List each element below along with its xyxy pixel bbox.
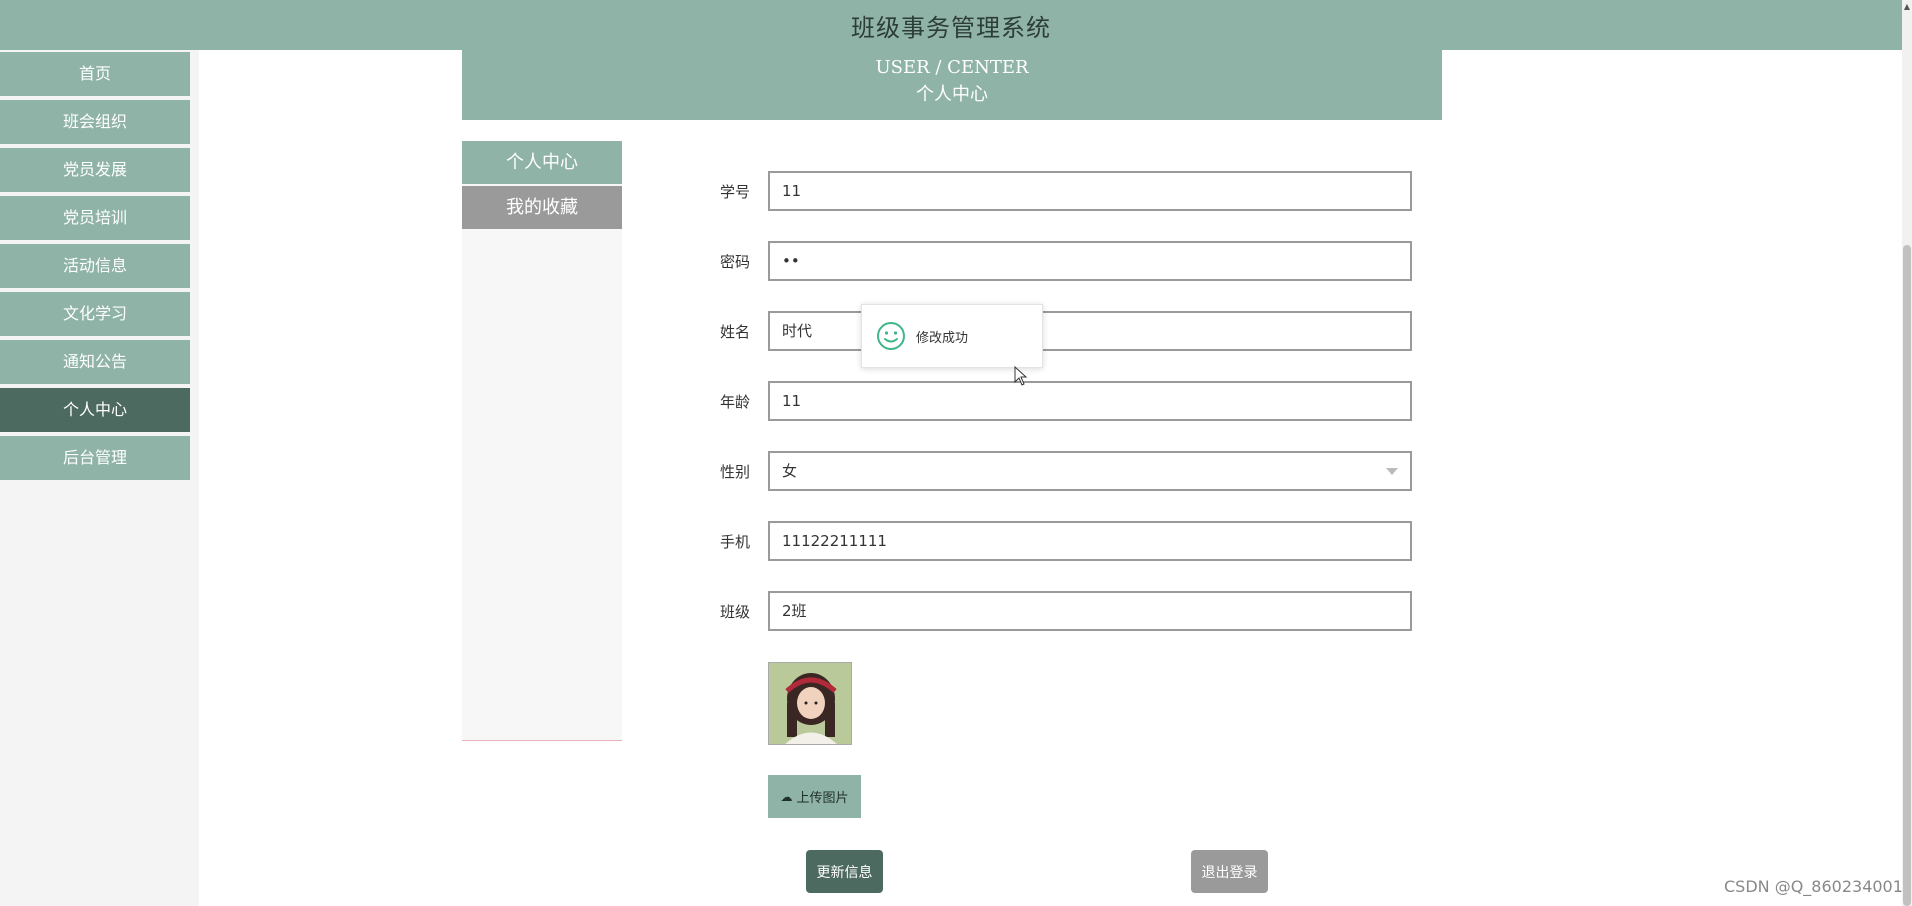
row-phone: 手机 11122211111 xyxy=(720,521,1412,561)
update-info-button[interactable]: 更新信息 xyxy=(806,850,883,893)
age-input[interactable]: 11 xyxy=(768,381,1412,421)
nav-item-admin[interactable]: 后台管理 xyxy=(0,436,190,480)
class-label: 班级 xyxy=(720,602,751,621)
row-gender: 性别 女 xyxy=(720,451,1412,491)
chevron-down-icon xyxy=(1386,468,1398,475)
gender-selected-value: 女 xyxy=(782,462,798,480)
banner-chinese-title: 个人中心 xyxy=(916,84,988,105)
name-label: 姓名 xyxy=(720,322,751,341)
app-title: 班级事务管理系统 xyxy=(851,13,1051,42)
phone-label: 手机 xyxy=(720,532,751,551)
scroll-up-icon[interactable]: ▲ xyxy=(1902,0,1912,14)
tab-my-favorites[interactable]: 我的收藏 xyxy=(462,186,622,229)
scroll-thumb[interactable] xyxy=(1903,245,1911,906)
cloud-upload-icon: ☁ xyxy=(780,789,793,804)
banner-english-title: USER / CENTER xyxy=(875,57,1029,78)
mouse-cursor-icon xyxy=(1014,366,1028,386)
page-scrollbar[interactable]: ▲ xyxy=(1902,0,1912,906)
user-center-sidebar: 个人中心 我的收藏 xyxy=(462,141,622,741)
smile-icon xyxy=(877,322,905,350)
upload-image-label: 上传图片 xyxy=(796,791,849,806)
nav-item-party-development[interactable]: 党员发展 xyxy=(0,148,190,192)
avatar xyxy=(768,662,852,745)
row-age: 年龄 11 xyxy=(720,381,1412,421)
gender-select[interactable]: 女 xyxy=(768,451,1412,491)
gender-label: 性别 xyxy=(720,462,751,481)
student-id-label: 学号 xyxy=(720,182,751,201)
success-toast: 修改成功 xyxy=(861,304,1043,368)
nav-item-class-meeting[interactable]: 班会组织 xyxy=(0,100,190,144)
password-input[interactable]: •• xyxy=(768,241,1412,281)
toast-message: 修改成功 xyxy=(916,330,969,346)
row-name: 姓名 时代 xyxy=(720,311,1412,351)
page-banner: USER / CENTER 个人中心 xyxy=(462,50,1442,120)
age-label: 年龄 xyxy=(720,392,751,411)
nav-item-party-training[interactable]: 党员培训 xyxy=(0,196,190,240)
watermark: CSDN @Q_860234001 xyxy=(1724,877,1903,896)
row-class: 班级 2班 xyxy=(720,591,1412,631)
password-label: 密码 xyxy=(720,252,751,271)
upload-image-button[interactable]: ☁ 上传图片 xyxy=(768,775,861,818)
row-student-id: 学号 11 xyxy=(720,171,1412,211)
nav-item-notices[interactable]: 通知公告 xyxy=(0,340,190,384)
nav-item-user-center[interactable]: 个人中心 xyxy=(0,388,190,432)
top-bar: 班级事务管理系统 xyxy=(0,0,1902,50)
logout-button[interactable]: 退出登录 xyxy=(1191,850,1268,893)
row-password: 密码 •• xyxy=(720,241,1412,281)
student-id-input[interactable]: 11 xyxy=(768,171,1412,211)
avatar-portrait-icon xyxy=(769,663,851,744)
nav-item-culture-study[interactable]: 文化学习 xyxy=(0,292,190,336)
class-input[interactable]: 2班 xyxy=(768,591,1412,631)
nav-item-activities[interactable]: 活动信息 xyxy=(0,244,190,288)
tab-user-center[interactable]: 个人中心 xyxy=(462,141,622,184)
phone-input[interactable]: 11122211111 xyxy=(768,521,1412,561)
nav-item-home[interactable]: 首页 xyxy=(0,52,190,96)
left-nav: 首页 班会组织 党员发展 党员培训 活动信息 文化学习 通知公告 个人中心 后台… xyxy=(0,50,199,906)
